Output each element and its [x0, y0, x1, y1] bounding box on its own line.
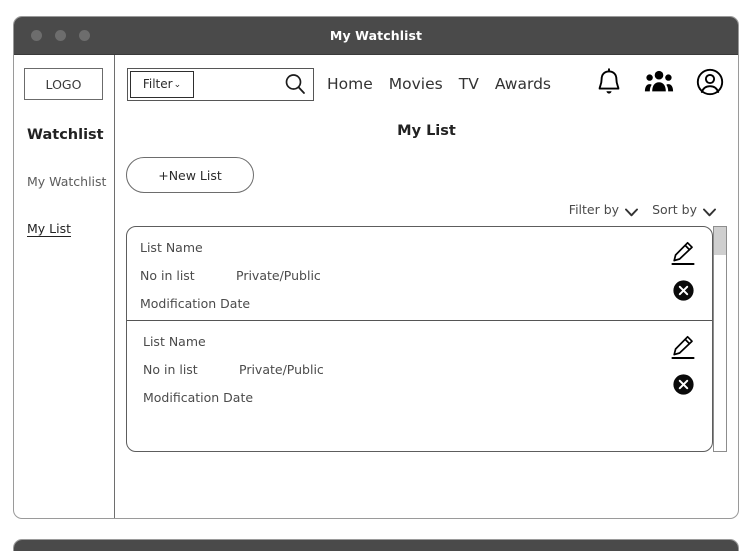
close-circle-icon[interactable] [672, 280, 694, 305]
list-item-count: No in list [143, 362, 198, 377]
window-body: LOGO Watchlist My Watchlist My List Filt… [14, 55, 738, 518]
filter-dropdown[interactable]: Filter ⌄ [130, 70, 194, 98]
list-item-modified: Modification Date [140, 296, 251, 311]
window-title: My Watchlist [329, 28, 423, 43]
list-scrollbar[interactable] [713, 226, 727, 452]
minimize-dot[interactable] [55, 30, 66, 41]
nav-link-awards[interactable]: Awards [495, 75, 551, 93]
chevron-down-icon: ⌄ [173, 79, 182, 90]
close-dot[interactable] [31, 30, 42, 41]
nav-link-home[interactable]: Home [327, 75, 373, 93]
sidebar-item-my-watchlist[interactable]: My Watchlist [14, 174, 115, 189]
list-item[interactable]: List Name No in list Private/Public Modi… [127, 227, 712, 320]
sidebar: LOGO Watchlist My Watchlist My List [14, 55, 115, 518]
sidebar-heading: Watchlist [27, 127, 104, 143]
page-title: My List [397, 123, 456, 139]
main-window: My Watchlist LOGO Watchlist My Watchlist… [13, 16, 739, 519]
filter-by-label: Filter by [568, 202, 620, 217]
secondary-window [13, 539, 739, 551]
maximize-dot[interactable] [79, 30, 90, 41]
window-controls[interactable] [31, 17, 90, 54]
pencil-icon[interactable] [671, 240, 695, 270]
list-area: List Name No in list Private/Public Modi… [126, 226, 727, 452]
list-item-meta: No in list Private/Public [140, 268, 712, 283]
search-icon[interactable] [284, 73, 306, 95]
list-item[interactable]: List Name No in list Private/Public Modi… [127, 320, 712, 413]
filter-dropdown-label: Filter [142, 77, 173, 91]
nav-link-movies[interactable]: Movies [389, 75, 443, 93]
list-container: List Name No in list Private/Public Modi… [126, 226, 713, 452]
list-item-actions [671, 240, 695, 305]
new-list-button[interactable]: +New List [126, 157, 254, 193]
logo[interactable]: LOGO [24, 68, 103, 100]
main-content: Filter ⌄ Home Movies TV Awards My List +… [115, 55, 738, 518]
list-item-modified: Modification Date [143, 390, 254, 405]
bell-icon[interactable] [596, 68, 622, 100]
list-item-visibility: Private/Public [239, 362, 324, 377]
chevron-down-icon [703, 205, 716, 217]
nav-link-tv[interactable]: TV [459, 75, 479, 93]
sidebar-item-my-list[interactable]: My List [14, 221, 115, 236]
list-item-count: No in list [140, 268, 195, 283]
secondary-window-titlebar [14, 540, 738, 551]
list-item-visibility: Private/Public [236, 268, 321, 283]
people-icon[interactable] [644, 69, 674, 99]
window-titlebar: My Watchlist [14, 17, 738, 55]
account-icon[interactable] [696, 68, 724, 100]
close-circle-icon[interactable] [672, 374, 694, 399]
screen: My Watchlist LOGO Watchlist My Watchlist… [0, 0, 752, 551]
filter-by-dropdown[interactable]: Filter by [568, 202, 639, 217]
list-item-name: List Name [143, 334, 206, 349]
pencil-icon[interactable] [671, 334, 695, 364]
primary-nav: Home Movies TV Awards [327, 75, 551, 93]
search-bar[interactable]: Filter ⌄ [127, 67, 314, 101]
new-list-row: +New List [115, 157, 738, 193]
sidebar-nav: Watchlist My Watchlist My List [14, 127, 115, 268]
filter-sort-row: Filter by Sort by [115, 202, 738, 217]
nav-icon-group [596, 68, 724, 100]
list-item-name: List Name [140, 240, 203, 255]
chevron-down-icon [625, 205, 639, 217]
scrollbar-thumb[interactable] [714, 227, 726, 255]
list-item-actions [671, 334, 695, 399]
list-item-meta: No in list Private/Public [143, 362, 712, 377]
sort-by-label: Sort by [652, 202, 697, 217]
sort-by-dropdown[interactable]: Sort by [652, 202, 716, 217]
top-navigation-bar: Filter ⌄ Home Movies TV Awards [115, 55, 738, 113]
